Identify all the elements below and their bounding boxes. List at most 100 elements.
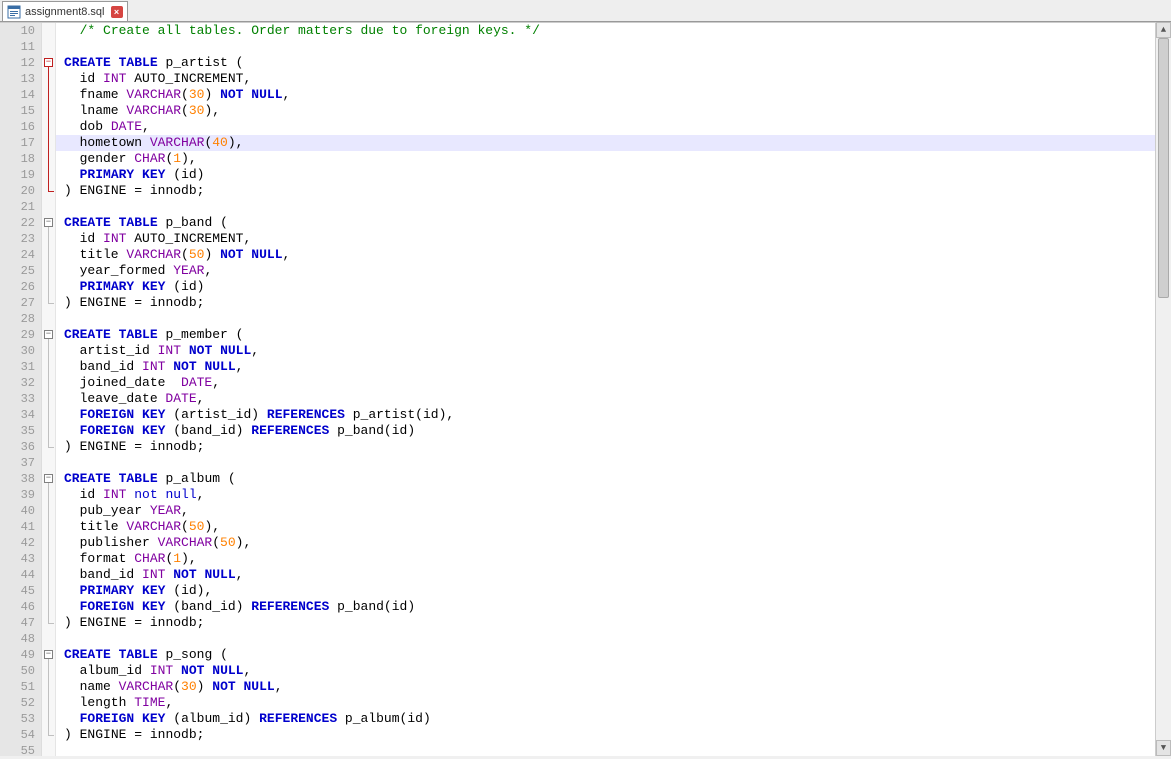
line-number: 20: [0, 183, 35, 199]
code-line[interactable]: CREATE TABLE p_song (: [64, 647, 1171, 663]
file-icon: [7, 5, 21, 19]
code-line[interactable]: publisher VARCHAR(50),: [64, 535, 1171, 551]
line-number: 10: [0, 23, 35, 39]
code-line[interactable]: id INT not null,: [64, 487, 1171, 503]
line-number: 26: [0, 279, 35, 295]
code-line[interactable]: CREATE TABLE p_album (: [64, 471, 1171, 487]
code-line[interactable]: gender CHAR(1),: [64, 151, 1171, 167]
file-tab[interactable]: assignment8.sql ×: [2, 1, 128, 21]
line-number: 18: [0, 151, 35, 167]
code-line[interactable]: pub_year YEAR,: [64, 503, 1171, 519]
line-number: 55: [0, 743, 35, 759]
code-line[interactable]: [64, 39, 1171, 55]
code-line[interactable]: /* Create all tables. Order matters due …: [64, 23, 1171, 39]
line-number: 51: [0, 679, 35, 695]
code-line[interactable]: band_id INT NOT NULL,: [64, 359, 1171, 375]
line-number: 16: [0, 119, 35, 135]
scroll-track[interactable]: [1156, 38, 1171, 740]
line-number: 41: [0, 519, 35, 535]
code-line[interactable]: ) ENGINE = innodb;: [64, 727, 1171, 743]
line-number: 46: [0, 599, 35, 615]
code-line[interactable]: [64, 631, 1171, 647]
line-number: 47: [0, 615, 35, 631]
code-line[interactable]: CREATE TABLE p_member (: [64, 327, 1171, 343]
line-number-gutter: 1011121314151617181920212223242526272829…: [0, 23, 42, 756]
tab-bar: assignment8.sql ×: [0, 0, 1171, 22]
fold-toggle[interactable]: −: [44, 218, 53, 227]
code-line[interactable]: hometown VARCHAR(40),: [56, 135, 1171, 151]
code-line[interactable]: id INT AUTO_INCREMENT,: [64, 231, 1171, 247]
code-line[interactable]: ) ENGINE = innodb;: [64, 183, 1171, 199]
code-line[interactable]: joined_date DATE,: [64, 375, 1171, 391]
scroll-up-button[interactable]: ▲: [1156, 22, 1171, 38]
code-line[interactable]: PRIMARY KEY (id): [64, 167, 1171, 183]
file-tab-label: assignment8.sql: [25, 6, 105, 18]
line-number: 27: [0, 295, 35, 311]
code-line[interactable]: PRIMARY KEY (id): [64, 279, 1171, 295]
code-line[interactable]: [64, 455, 1171, 471]
code-line[interactable]: CREATE TABLE p_artist (: [64, 55, 1171, 71]
code-line[interactable]: ) ENGINE = innodb;: [64, 439, 1171, 455]
code-line[interactable]: band_id INT NOT NULL,: [64, 567, 1171, 583]
line-number: 38: [0, 471, 35, 487]
line-number: 54: [0, 727, 35, 743]
code-line[interactable]: album_id INT NOT NULL,: [64, 663, 1171, 679]
code-line[interactable]: CREATE TABLE p_band (: [64, 215, 1171, 231]
line-number: 49: [0, 647, 35, 663]
line-number: 32: [0, 375, 35, 391]
code-line[interactable]: ) ENGINE = innodb;: [64, 615, 1171, 631]
code-line[interactable]: [64, 743, 1171, 759]
fold-column[interactable]: − − − − −: [42, 23, 56, 756]
code-line[interactable]: year_formed YEAR,: [64, 263, 1171, 279]
line-number: 34: [0, 407, 35, 423]
code-line[interactable]: id INT AUTO_INCREMENT,: [64, 71, 1171, 87]
code-line[interactable]: PRIMARY KEY (id),: [64, 583, 1171, 599]
code-editor[interactable]: 1011121314151617181920212223242526272829…: [0, 22, 1171, 756]
line-number: 19: [0, 167, 35, 183]
code-area[interactable]: /* Create all tables. Order matters due …: [56, 23, 1171, 756]
line-number: 42: [0, 535, 35, 551]
code-line[interactable]: lname VARCHAR(30),: [64, 103, 1171, 119]
fold-toggle[interactable]: −: [44, 58, 53, 67]
code-line[interactable]: title VARCHAR(50),: [64, 519, 1171, 535]
code-line[interactable]: leave_date DATE,: [64, 391, 1171, 407]
scroll-thumb[interactable]: [1158, 38, 1169, 298]
code-line[interactable]: FOREIGN KEY (album_id) REFERENCES p_albu…: [64, 711, 1171, 727]
line-number: 50: [0, 663, 35, 679]
close-icon[interactable]: ×: [111, 6, 123, 18]
scroll-down-button[interactable]: ▼: [1156, 740, 1171, 756]
code-line[interactable]: ) ENGINE = innodb;: [64, 295, 1171, 311]
line-number: 17: [0, 135, 35, 151]
code-line[interactable]: dob DATE,: [64, 119, 1171, 135]
code-line[interactable]: name VARCHAR(30) NOT NULL,: [64, 679, 1171, 695]
vertical-scrollbar[interactable]: ▲ ▼: [1155, 22, 1171, 756]
code-line[interactable]: [64, 199, 1171, 215]
line-number: 40: [0, 503, 35, 519]
fold-toggle[interactable]: −: [44, 330, 53, 339]
line-number: 21: [0, 199, 35, 215]
line-number: 52: [0, 695, 35, 711]
line-number: 35: [0, 423, 35, 439]
line-number: 48: [0, 631, 35, 647]
code-line[interactable]: FOREIGN KEY (band_id) REFERENCES p_band(…: [64, 423, 1171, 439]
code-line[interactable]: title VARCHAR(50) NOT NULL,: [64, 247, 1171, 263]
code-line[interactable]: [64, 311, 1171, 327]
code-line[interactable]: fname VARCHAR(30) NOT NULL,: [64, 87, 1171, 103]
fold-toggle[interactable]: −: [44, 650, 53, 659]
line-number: 30: [0, 343, 35, 359]
code-line[interactable]: format CHAR(1),: [64, 551, 1171, 567]
code-line[interactable]: artist_id INT NOT NULL,: [64, 343, 1171, 359]
code-line[interactable]: FOREIGN KEY (band_id) REFERENCES p_band(…: [64, 599, 1171, 615]
line-number: 37: [0, 455, 35, 471]
line-number: 43: [0, 551, 35, 567]
line-number: 25: [0, 263, 35, 279]
code-line[interactable]: length TIME,: [64, 695, 1171, 711]
line-number: 24: [0, 247, 35, 263]
fold-toggle[interactable]: −: [44, 474, 53, 483]
line-number: 28: [0, 311, 35, 327]
line-number: 36: [0, 439, 35, 455]
code-line[interactable]: FOREIGN KEY (artist_id) REFERENCES p_art…: [64, 407, 1171, 423]
line-number: 33: [0, 391, 35, 407]
line-number: 45: [0, 583, 35, 599]
line-number: 23: [0, 231, 35, 247]
